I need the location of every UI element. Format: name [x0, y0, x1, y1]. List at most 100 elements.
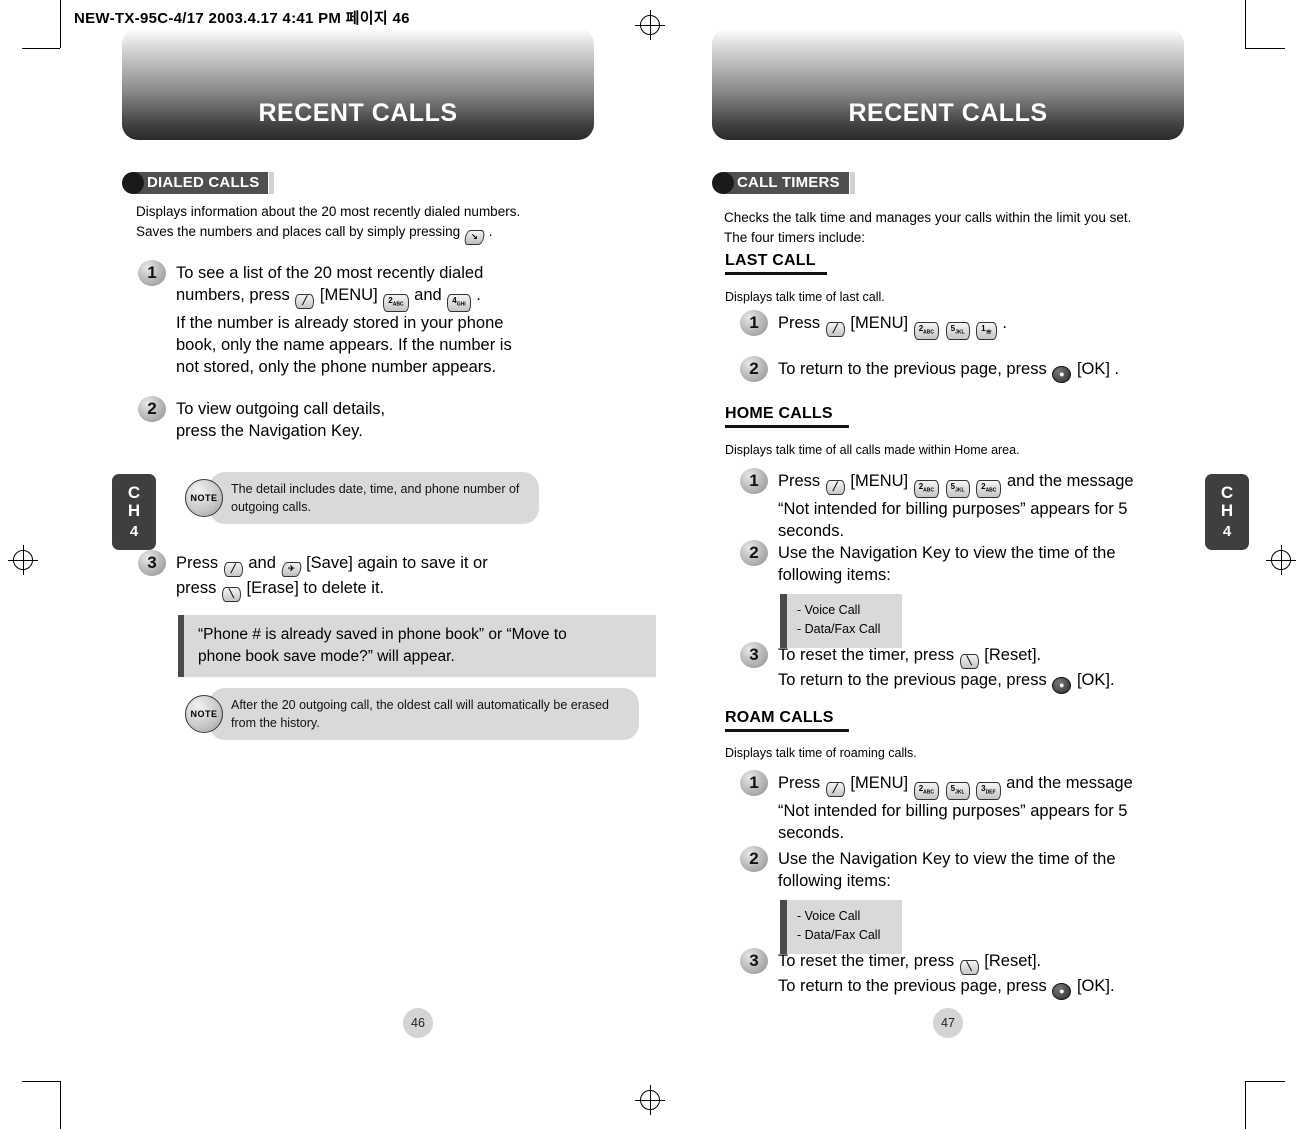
home-calls-step-1-msg: and the message [1007, 472, 1134, 490]
left-page: RECENT CALLS DIALED CALLS Displays infor… [60, 0, 660, 1129]
left-step-2: 2 To view outgoing call details, press t… [138, 396, 608, 443]
chapter-tab-left: CH 4 [112, 474, 156, 550]
left-step-1-dot: . [476, 286, 481, 305]
home-calls-step-3-text: To reset the timer, press ╲ [Reset]. To … [778, 642, 1115, 694]
left-step-1-menu: [MENU] [319, 286, 378, 305]
left-step-2-number: 2 [138, 396, 166, 422]
send-key-icon: ↘ [463, 229, 486, 245]
right-soft-key-icon: ╲ [221, 587, 241, 602]
home-calls-step-1-press: Press [778, 472, 821, 490]
left-step-3-delete: to delete it. [303, 579, 385, 597]
key-2-icon-b: 2ABC [913, 322, 940, 340]
home-calls-step-3-ok: [OK]. [1076, 671, 1115, 689]
key-5-icon-c: 5JKL [945, 480, 970, 498]
home-calls-step-1-number: 1 [740, 468, 768, 494]
dialed-calls-intro-line2: Saves the numbers and places call by sim… [136, 223, 461, 239]
roam-calls-step-3-return: To return to the previous page, press [778, 977, 1047, 995]
roam-calls-step-1-number: 1 [740, 770, 768, 796]
menu-soft-key-icon-3: ╱ [825, 322, 845, 337]
subhead-home-calls: HOME CALLS [725, 405, 849, 428]
key-5-icon-b: 5JKL [945, 322, 970, 340]
left-step-1-line5: not stored, only the phone number appear… [176, 358, 497, 377]
key-3-icon-e: 3DEF [976, 782, 1001, 800]
right-page-title: RECENT CALLS [848, 99, 1048, 127]
right-page: RECENT CALLS CALL TIMERS Checks the talk… [660, 0, 1260, 1129]
note-badge-icon: NOTE [185, 479, 223, 518]
home-calls-step-1: 1 Press ╱ [MENU] 2ABC 5JKL 2ABC and the … [740, 468, 1240, 542]
dialed-calls-intro: Displays information about the 20 most r… [136, 202, 606, 245]
left-step-1-text: To see a list of the 20 most recently di… [176, 260, 512, 379]
last-call-step-2-number: 2 [740, 356, 768, 382]
home-calls-step-1-line3: seconds. [778, 521, 845, 540]
home-calls-step-2-line1: Use the Navigation Key to view the time … [778, 544, 1116, 562]
roam-calls-step-3-ok: [OK]. [1076, 977, 1115, 995]
dialed-calls-intro-period: . [488, 223, 493, 239]
left-step-1-line1: To see a list of the 20 most recently di… [176, 264, 484, 282]
roam-calls-step-1-line3: seconds. [778, 823, 845, 842]
left-step-3-text: Press ╱ and ✈ [Save] again to save it or… [176, 550, 488, 602]
section-header-dialed-calls: DIALED CALLS [122, 172, 275, 194]
roam-calls-step-1-msg: and the message [1006, 774, 1133, 792]
left-step-2-line2: press the Navigation Key. [176, 422, 363, 441]
left-step-1-and: and [414, 286, 442, 305]
left-step-3-again: again to save it or [357, 554, 488, 572]
subhead-last-call-rule [725, 272, 827, 275]
chapter-tab-left-number: 4 [129, 523, 139, 541]
roam-calls-desc: Displays talk time of roaming calls. [725, 746, 917, 760]
left-step-1-line4: book, only the name appears. If the numb… [176, 336, 512, 355]
left-note-1-text: The detail includes date, time, and phon… [209, 472, 539, 525]
chapter-tab-right: CH 4 [1205, 474, 1249, 550]
last-call-step-2: 2 To return to the previous page, press … [740, 356, 1240, 383]
home-calls-step-2-text: Use the Navigation Key to view the time … [778, 540, 1213, 587]
left-callout-line2: phone book save mode?” will appear. [198, 647, 455, 665]
last-call-desc: Displays talk time of last call. [725, 290, 885, 304]
roam-calls-step-3: 3 To reset the timer, press ╲ [Reset]. T… [740, 948, 1240, 1000]
section-bullet-icon [122, 172, 144, 194]
subhead-roam-calls-label: ROAM CALLS [725, 709, 834, 726]
left-note-1: NOTE The detail includes date, time, and… [185, 472, 555, 525]
left-step-1-line2: numbers, press [176, 286, 290, 305]
last-call-step-1-menu: [MENU] [850, 314, 909, 332]
key-2-icon: 2ABC [383, 294, 409, 312]
home-calls-step-2-number: 2 [740, 540, 768, 566]
home-calls-step-1-menu: [MENU] [850, 472, 909, 490]
dialed-calls-intro-line1: Displays information about the 20 most r… [136, 204, 521, 219]
home-calls-step-2-line2: following items: [778, 566, 891, 585]
roam-calls-step-2-number: 2 [740, 846, 768, 872]
subhead-home-calls-label: HOME CALLS [725, 405, 833, 422]
home-calls-step-3: 3 To reset the timer, press ╲ [Reset]. T… [740, 642, 1240, 694]
last-call-step-2-text: To return to the previous page, press ● … [778, 356, 1119, 383]
registration-mark-left [8, 545, 38, 575]
subhead-home-calls-rule [725, 425, 849, 428]
menu-soft-key-icon-4: ╱ [825, 480, 845, 495]
left-soft-key-icon: ╱ [223, 562, 243, 577]
roam-calls-step-3-reset: [Reset]. [984, 952, 1042, 970]
menu-soft-key-icon: ╱ [295, 294, 315, 310]
ok-key-icon-3: ● [1052, 983, 1072, 1000]
section-bullet-icon-2 [712, 172, 734, 194]
subhead-roam-calls-rule [725, 729, 849, 732]
call-timers-intro: Checks the talk time and manages your ca… [724, 208, 1224, 247]
key-2-icon-e: 2ABC [913, 782, 940, 800]
last-call-step-1: 1 Press ╱ [MENU] 2ABC 5JKL 1☏ . [740, 310, 1210, 340]
left-step-2-line1: To view outgoing call details, [176, 400, 386, 418]
left-callout-box: “Phone # is already saved in phone book”… [178, 615, 656, 678]
last-call-step-2-line: To return to the previous page, press [778, 360, 1047, 378]
home-calls-step-2: 2 Use the Navigation Key to view the tim… [740, 540, 1215, 587]
page-number-right-value: 47 [941, 1016, 955, 1030]
left-step-2-text: To view outgoing call details, press the… [176, 396, 385, 443]
home-calls-item-data-fax: - Data/Fax Call [797, 622, 881, 637]
last-call-step-1-number: 1 [740, 310, 768, 336]
roam-calls-step-3-text: To reset the timer, press ╲ [Reset]. To … [778, 948, 1115, 1000]
page-number-left-value: 46 [411, 1016, 425, 1030]
note-badge-icon-2: NOTE [185, 695, 223, 734]
right-soft-key-icon-2: ╲ [959, 654, 979, 669]
home-calls-step-1-text: Press ╱ [MENU] 2ABC 5JKL 2ABC and the me… [778, 468, 1134, 542]
last-call-step-1-dot: . [1002, 314, 1008, 332]
home-calls-step-3-return: To return to the previous page, press [778, 671, 1047, 689]
roam-calls-step-2-line2: following items: [778, 872, 891, 891]
chapter-tab-right-number: 4 [1222, 523, 1232, 541]
roam-calls-step-2-line1: Use the Navigation Key to view the time … [778, 850, 1116, 868]
call-timers-intro-line1: Checks the talk time and manages your ca… [724, 210, 1132, 225]
roam-calls-item-voice: - Voice Call [797, 909, 861, 923]
